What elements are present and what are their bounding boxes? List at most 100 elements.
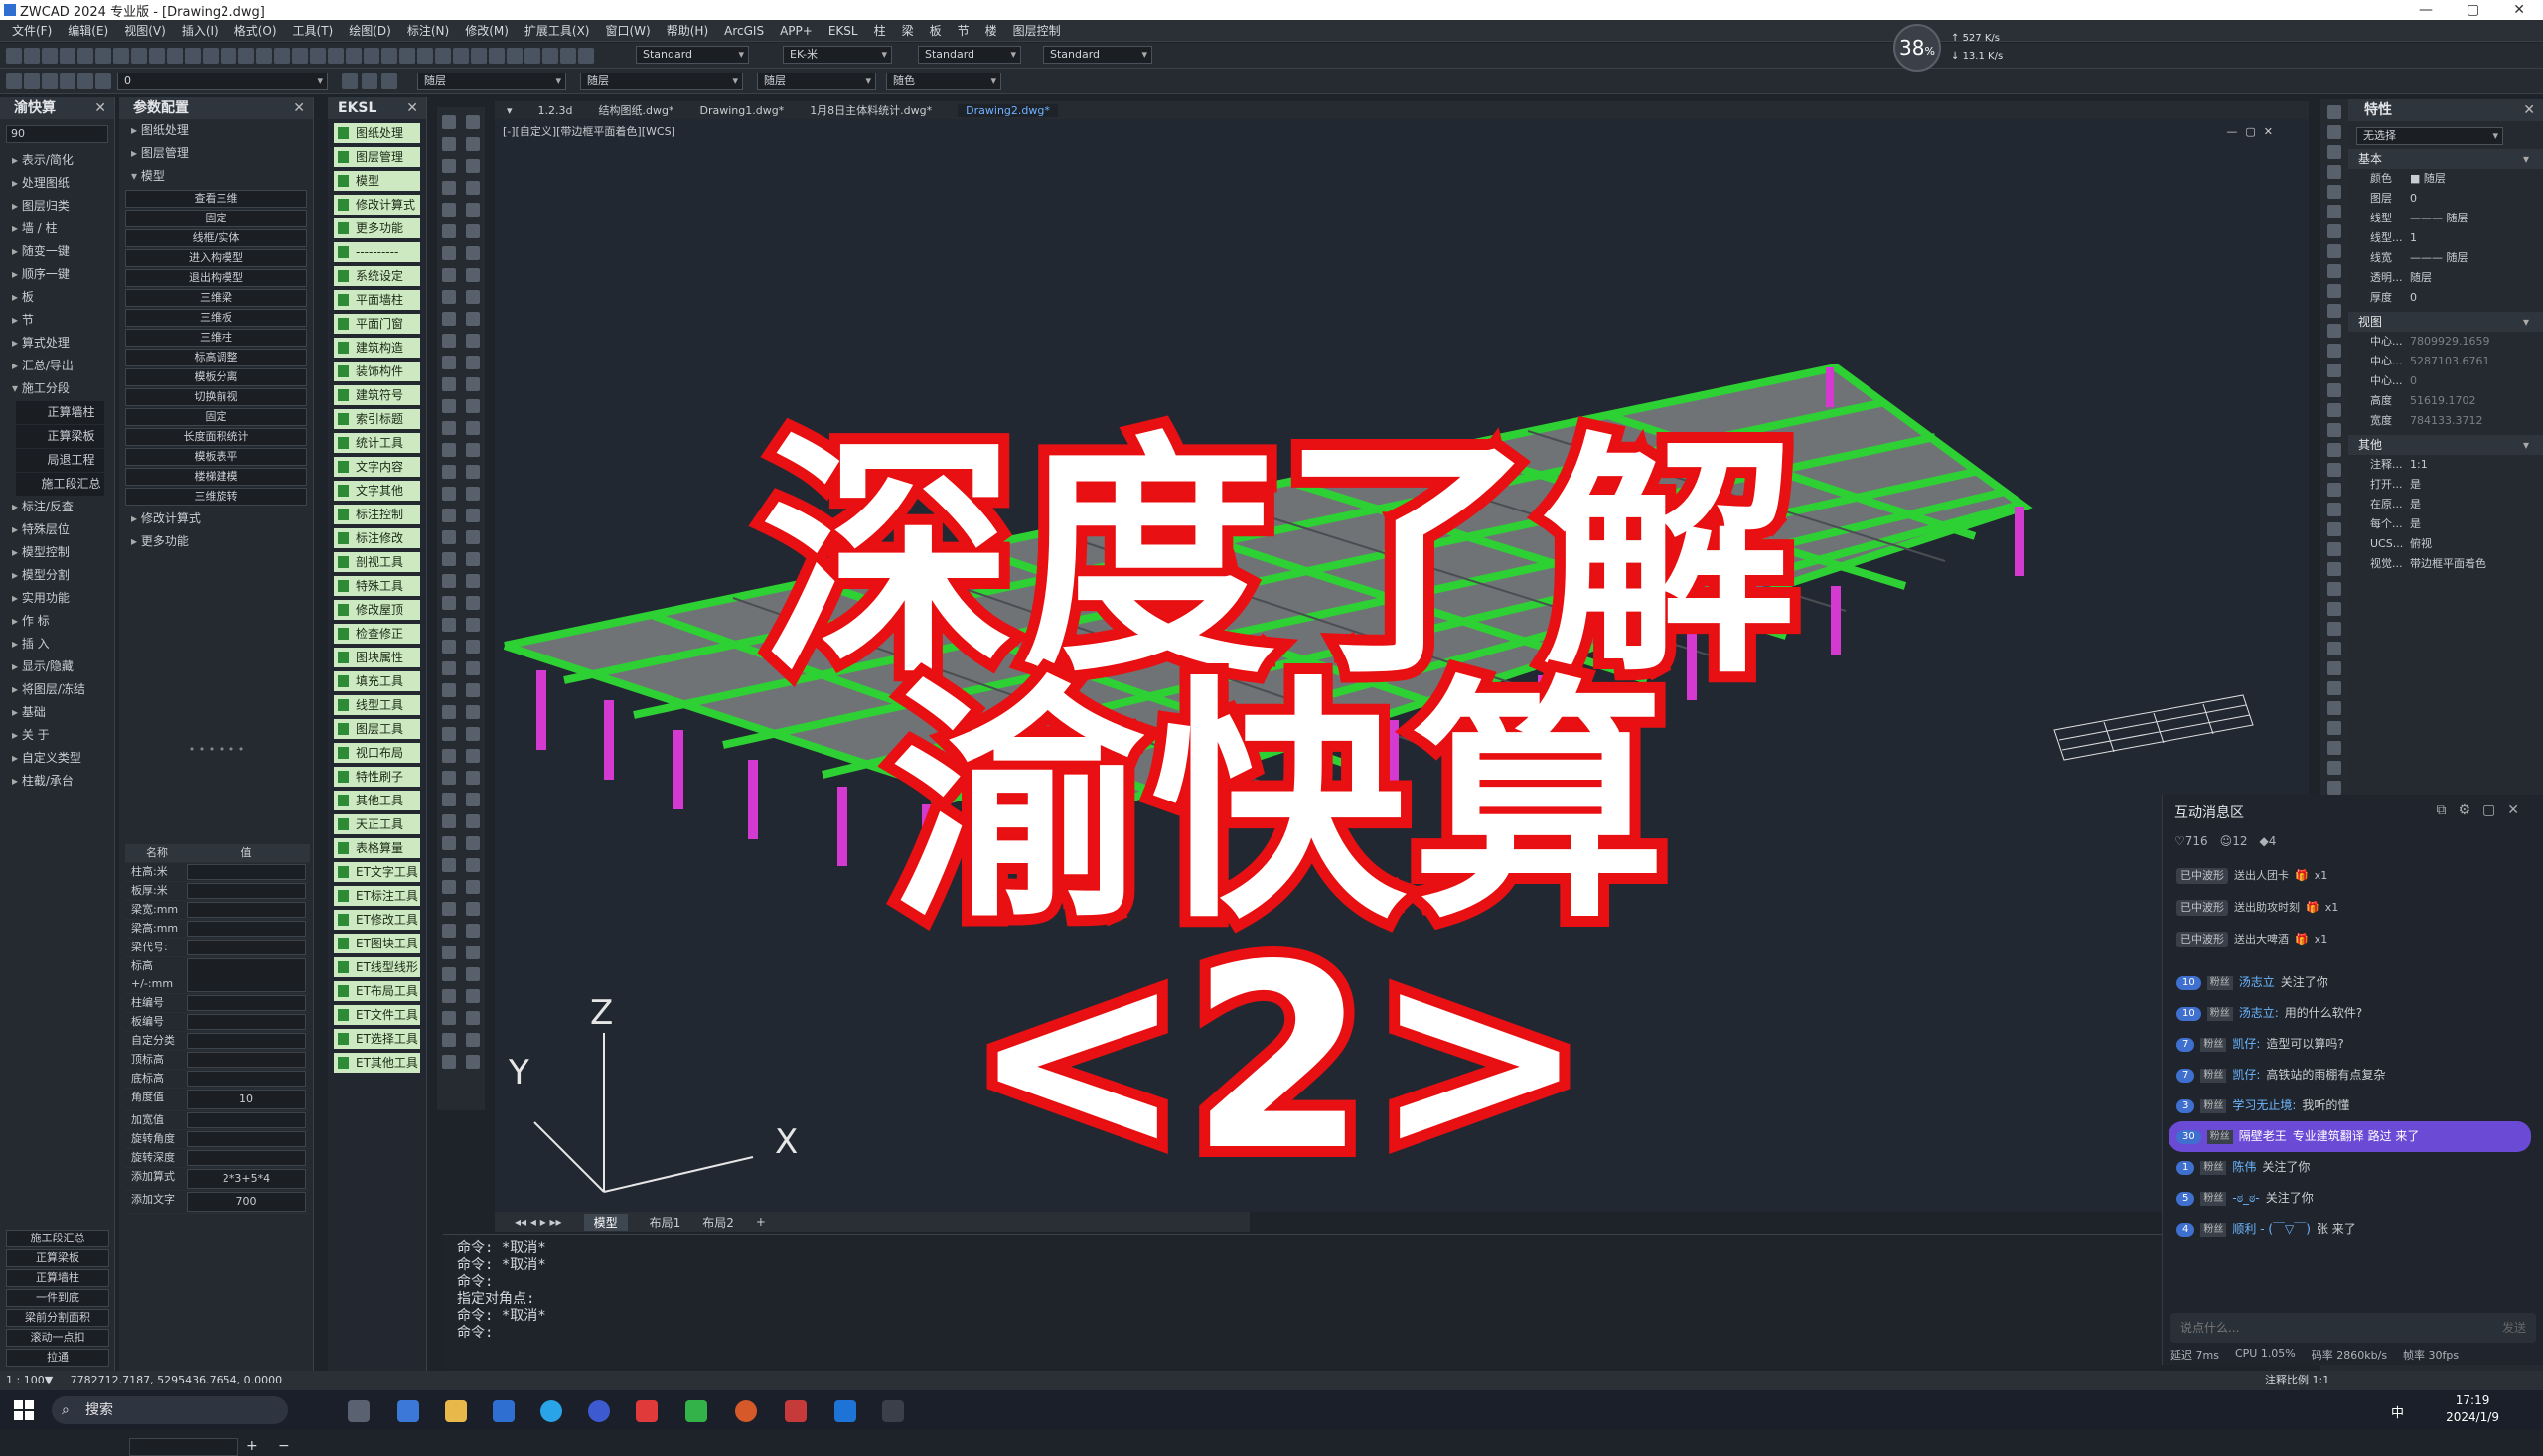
layout-tab[interactable]: + — [756, 1215, 766, 1229]
scale-readout[interactable]: 1 : 100▼ — [6, 1374, 53, 1386]
property-tool-icon[interactable] — [2327, 344, 2341, 358]
start-button[interactable] — [14, 1400, 34, 1420]
eksl-item[interactable]: 检查修正 — [334, 624, 420, 644]
ykz-item[interactable]: 顺序一键 — [0, 263, 114, 286]
ykz-item[interactable]: 施工分段 — [0, 377, 114, 400]
tool-icon[interactable] — [442, 727, 456, 741]
tool-icon[interactable] — [442, 246, 456, 260]
menu-item[interactable]: ArcGIS — [716, 24, 772, 38]
tool-icon[interactable] — [466, 465, 480, 479]
toolbar-icon[interactable] — [185, 48, 201, 64]
eksl-item[interactable]: ET文件工具 — [334, 1005, 420, 1025]
ykz-item[interactable]: 板 — [0, 286, 114, 309]
eksl-item[interactable]: 图层管理 — [334, 147, 420, 167]
eksl-item[interactable]: ET修改工具 — [334, 910, 420, 930]
toolbar-icon[interactable] — [310, 48, 326, 64]
param-button[interactable]: 标高调整 — [125, 349, 307, 366]
property-tool-icon[interactable] — [2327, 721, 2341, 735]
tool-icon[interactable] — [466, 443, 480, 457]
tool-icon[interactable] — [466, 509, 480, 522]
property-tool-icon[interactable] — [2327, 145, 2341, 159]
chat-username[interactable]: 凯仔: — [2232, 1060, 2260, 1091]
param-value[interactable] — [187, 921, 306, 937]
param-value[interactable] — [187, 1071, 306, 1087]
tool-icon[interactable] — [466, 836, 480, 850]
tool-icon[interactable] — [466, 683, 480, 697]
param-item[interactable]: 图纸处理 — [119, 119, 313, 142]
toolbar-icon[interactable] — [346, 48, 362, 64]
eksl-item[interactable]: 文字内容 — [334, 457, 420, 477]
param-button[interactable]: 进入构模型 — [125, 249, 307, 267]
menu-item[interactable]: 视图(V) — [116, 22, 174, 39]
property-row[interactable]: 线型... 1 — [2348, 228, 2543, 248]
tab-document[interactable]: 结构图纸.dwg* — [599, 102, 674, 118]
tool-icon[interactable] — [442, 421, 456, 435]
property-tool-icon[interactable] — [2327, 582, 2341, 596]
toolbar-icon[interactable] — [560, 48, 576, 64]
chat-username[interactable]: 顺利 - (￣▽￣) — [2232, 1214, 2311, 1244]
tool-icon[interactable] — [442, 1011, 456, 1025]
app-icon-k[interactable] — [588, 1400, 610, 1422]
tool-icon[interactable] — [466, 574, 480, 588]
task-view-icon[interactable] — [348, 1400, 370, 1422]
eksl-item[interactable]: 更多功能 — [334, 218, 420, 238]
ykz-item[interactable]: 节 — [0, 309, 114, 332]
eksl-item[interactable]: ET线型线形 — [334, 957, 420, 977]
tool-icon[interactable] — [466, 312, 480, 326]
chat-username[interactable]: 凯仔: — [2232, 1029, 2260, 1060]
eksl-item[interactable]: 表格算量 — [334, 838, 420, 858]
tool-icon[interactable] — [466, 1033, 480, 1047]
param-value[interactable] — [187, 995, 306, 1011]
toolbar-icon[interactable] — [399, 48, 415, 64]
dim-style-select[interactable]: EK-米 — [783, 46, 892, 64]
property-tool-icon[interactable] — [2327, 661, 2341, 675]
property-tool-icon[interactable] — [2327, 503, 2341, 516]
tool-icon[interactable] — [466, 356, 480, 369]
param-button[interactable]: 模板表平 — [125, 448, 307, 466]
property-row[interactable]: 颜色 ■ 随层 — [2348, 169, 2543, 189]
remove-button[interactable]: − — [278, 1438, 290, 1454]
ykz-bottom-button[interactable]: 拉通 — [6, 1349, 109, 1367]
param-value[interactable] — [187, 1150, 306, 1166]
tool-icon[interactable] — [442, 880, 456, 894]
property-row[interactable]: 在原... 是 — [2348, 495, 2543, 514]
param-value[interactable] — [187, 883, 306, 899]
toolbar-icon[interactable] — [328, 48, 344, 64]
param-button[interactable]: 退出构模型 — [125, 269, 307, 287]
tool-icon[interactable] — [466, 1011, 480, 1025]
property-tool-icon[interactable] — [2327, 284, 2341, 298]
property-tool-icon[interactable] — [2327, 364, 2341, 377]
ykz-bottom-button[interactable]: 滚动一点扣 — [6, 1329, 109, 1347]
menu-item[interactable]: 标注(N) — [399, 22, 457, 39]
property-row[interactable]: 每个... 是 — [2348, 514, 2543, 534]
clock[interactable]: 17:19 2024/1/9 — [2446, 1392, 2499, 1426]
menu-item[interactable]: 楼 — [977, 22, 1005, 39]
eksl-item[interactable]: 图纸处理 — [334, 123, 420, 143]
property-tool-icon[interactable] — [2327, 542, 2341, 556]
tool-icon[interactable] — [442, 443, 456, 457]
param-button[interactable]: 模板分离 — [125, 368, 307, 386]
recorder-icon[interactable] — [636, 1400, 658, 1422]
property-tool-icon[interactable] — [2327, 224, 2341, 238]
property-row[interactable]: 高度 51619.1702 — [2348, 391, 2543, 411]
layer-tool-icon[interactable] — [362, 73, 377, 89]
toolbar-icon[interactable] — [149, 48, 165, 64]
eksl-item[interactable]: ET选择工具 — [334, 1029, 420, 1049]
layer-tool-icon[interactable] — [381, 73, 397, 89]
menu-item[interactable]: 板 — [922, 22, 950, 39]
menu-item[interactable]: 节 — [950, 22, 977, 39]
property-row[interactable]: 线型 ——— 随层 — [2348, 209, 2543, 228]
menu-item[interactable]: 柱 — [866, 22, 894, 39]
eksl-item[interactable]: 特性刷子 — [334, 767, 420, 787]
property-tool-icon[interactable] — [2327, 105, 2341, 119]
menu-item[interactable]: 编辑(E) — [60, 22, 116, 39]
tool-icon[interactable] — [442, 618, 456, 632]
property-row[interactable]: UCS... 俯视 — [2348, 534, 2543, 554]
property-row[interactable]: 视觉... 带边框平面着色 — [2348, 554, 2543, 574]
tool-icon[interactable] — [466, 858, 480, 872]
property-tool-icon[interactable] — [2327, 602, 2341, 616]
chat-username[interactable]: 学习无止境: — [2232, 1091, 2296, 1121]
property-row[interactable]: 中心... 0 — [2348, 371, 2543, 391]
property-row[interactable]: 透明... 随层 — [2348, 268, 2543, 288]
tool-icon[interactable] — [442, 530, 456, 544]
